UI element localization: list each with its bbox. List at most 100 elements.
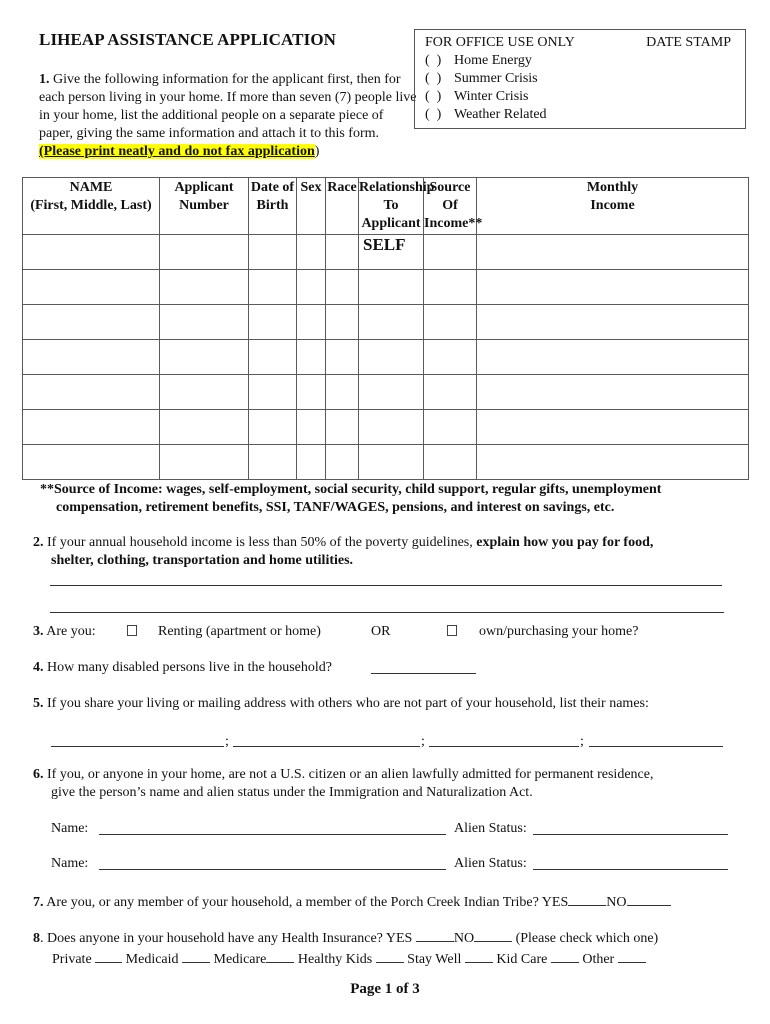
cell-relationship[interactable]: SELF: [358, 234, 424, 270]
cell-race[interactable]: [325, 339, 359, 375]
question-7-number: 7.: [33, 895, 44, 910]
cell-sex[interactable]: [296, 409, 326, 445]
office-item-summer-crisis[interactable]: ( ) Summer Crisis: [425, 70, 735, 88]
shared-address-name-line-1[interactable]: [51, 746, 224, 747]
cell-relationship[interactable]: [358, 409, 424, 445]
cell-date-of-birth[interactable]: [248, 409, 297, 445]
question-8-text: . Does anyone in your household have any…: [40, 931, 413, 946]
cell-source-of-income[interactable]: [423, 339, 477, 375]
question-2-answer-line-2[interactable]: [50, 612, 724, 613]
cell-source-of-income[interactable]: [423, 304, 477, 340]
alien-name-line-2[interactable]: [99, 869, 446, 870]
office-item-winter-crisis[interactable]: ( ) Winter Crisis: [425, 88, 735, 106]
question-3: 3. Are you:: [33, 623, 753, 641]
cell-applicant-number[interactable]: [159, 234, 249, 270]
insurance-yes-blank[interactable]: [415, 927, 454, 942]
column-header-applicant-number: Applicant Number: [159, 177, 249, 235]
cell-applicant-number[interactable]: [159, 409, 249, 445]
cell-date-of-birth[interactable]: [248, 444, 297, 480]
alien-status-line-2[interactable]: [533, 869, 728, 870]
cell-race[interactable]: [325, 444, 359, 480]
office-check-mark: ( ): [425, 71, 442, 86]
cell-date-of-birth[interactable]: [248, 374, 297, 410]
cell-date-of-birth[interactable]: [248, 339, 297, 375]
option-healthy-kids-label: Healthy Kids: [297, 952, 373, 967]
cell-name[interactable]: [22, 304, 160, 340]
disabled-persons-answer-line[interactable]: [371, 673, 476, 674]
cell-relationship[interactable]: [358, 444, 424, 480]
cell-name[interactable]: [22, 269, 160, 305]
insurance-no-blank[interactable]: [474, 927, 513, 942]
option-stay-well-blank[interactable]: [464, 948, 493, 963]
option-private-blank[interactable]: [95, 948, 123, 963]
cell-monthly-income[interactable]: [476, 444, 749, 480]
option-kid-care-blank[interactable]: [550, 948, 579, 963]
alien-name-line-1[interactable]: [99, 834, 446, 835]
form-title: LIHEAP ASSISTANCE APPLICATION: [39, 30, 337, 49]
insurance-no-label: NO: [453, 931, 475, 946]
page-number: Page 1 of 3: [350, 981, 420, 997]
question-3-number: 3.: [33, 624, 44, 639]
cell-monthly-income[interactable]: [476, 409, 749, 445]
cell-source-of-income[interactable]: [423, 444, 477, 480]
cell-source-of-income[interactable]: [423, 374, 477, 410]
cell-source-of-income[interactable]: [423, 409, 477, 445]
cell-source-of-income[interactable]: [423, 269, 477, 305]
option-medicare-blank[interactable]: [266, 948, 295, 963]
question-8: 8. Does anyone in your household have an…: [33, 927, 753, 969]
cell-sex[interactable]: [296, 269, 326, 305]
cell-race[interactable]: [325, 269, 359, 305]
option-medicaid-blank[interactable]: [182, 948, 211, 963]
option-healthy-kids-blank[interactable]: [375, 948, 404, 963]
shared-address-name-line-2[interactable]: [233, 746, 420, 747]
cell-sex[interactable]: [296, 339, 326, 375]
cell-relationship[interactable]: [358, 339, 424, 375]
cell-applicant-number[interactable]: [159, 339, 249, 375]
office-item-weather-related[interactable]: ( ) Weather Related: [425, 106, 735, 124]
cell-sex[interactable]: [296, 374, 326, 410]
cell-monthly-income[interactable]: [476, 234, 749, 270]
tribe-no-blank[interactable]: [626, 891, 671, 906]
cell-source-of-income[interactable]: [423, 234, 477, 270]
question-2-answer-line-1[interactable]: [50, 585, 722, 586]
cell-date-of-birth[interactable]: [248, 234, 297, 270]
cell-race[interactable]: [325, 374, 359, 410]
cell-relationship[interactable]: [358, 269, 424, 305]
cell-sex[interactable]: [296, 234, 326, 270]
cell-name[interactable]: [22, 444, 160, 480]
cell-applicant-number[interactable]: [159, 444, 249, 480]
office-item-home-energy[interactable]: ( ) Home Energy: [425, 52, 735, 70]
cell-name[interactable]: [22, 234, 160, 270]
cell-sex[interactable]: [296, 444, 326, 480]
cell-name[interactable]: [22, 339, 160, 375]
or-label: OR: [371, 624, 391, 639]
cell-monthly-income[interactable]: [476, 304, 749, 340]
cell-sex[interactable]: [296, 304, 326, 340]
cell-applicant-number[interactable]: [159, 269, 249, 305]
cell-monthly-income[interactable]: [476, 374, 749, 410]
shared-address-name-line-4[interactable]: [589, 746, 723, 747]
cell-date-of-birth[interactable]: [248, 269, 297, 305]
office-check-mark: ( ): [425, 107, 442, 122]
table-row: [22, 269, 749, 305]
column-header-name: NAME (First, Middle, Last): [22, 177, 160, 235]
cell-race[interactable]: [325, 234, 359, 270]
own-purchasing-checkbox[interactable]: [447, 625, 457, 636]
cell-relationship[interactable]: [358, 374, 424, 410]
cell-race[interactable]: [325, 304, 359, 340]
cell-monthly-income[interactable]: [476, 269, 749, 305]
cell-relationship[interactable]: [358, 304, 424, 340]
shared-address-name-line-3[interactable]: [429, 746, 579, 747]
option-other-blank[interactable]: [617, 948, 646, 963]
alien-status-line-1[interactable]: [533, 834, 728, 835]
tribe-yes-blank[interactable]: [568, 891, 607, 906]
cell-applicant-number[interactable]: [159, 374, 249, 410]
cell-race[interactable]: [325, 409, 359, 445]
cell-name[interactable]: [22, 409, 160, 445]
renting-checkbox[interactable]: [127, 625, 137, 636]
cell-applicant-number[interactable]: [159, 304, 249, 340]
cell-date-of-birth[interactable]: [248, 304, 297, 340]
cell-name[interactable]: [22, 374, 160, 410]
cell-monthly-income[interactable]: [476, 339, 749, 375]
table-row: [22, 339, 749, 375]
